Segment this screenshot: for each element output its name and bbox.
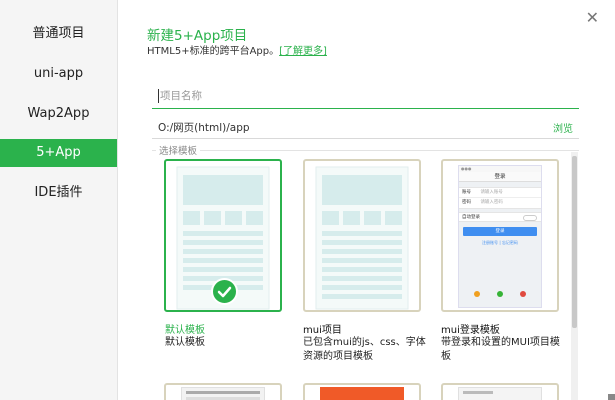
register-link: 注册账号 xyxy=(482,240,499,245)
learn-more-link[interactable]: [了解更多] xyxy=(279,46,327,57)
checkmark-icon xyxy=(217,286,232,298)
template-scrollbar-thumb[interactable] xyxy=(572,156,577,328)
login-preview-links: 注册账号 | 忘记密码 xyxy=(482,240,518,245)
template-card-mui[interactable] xyxy=(303,159,421,312)
project-path-field: O:/网页(html)/app 浏览 xyxy=(152,113,579,139)
resize-handle[interactable] xyxy=(608,394,615,400)
template-card-default[interactable] xyxy=(164,159,282,312)
dialog-title: 新建5+App项目 xyxy=(147,28,248,44)
subtitle-text: HTML5+标准的跨平台App。 xyxy=(147,46,280,57)
project-path-value[interactable]: O:/网页(html)/app xyxy=(158,120,250,135)
wechat-icon xyxy=(497,291,503,297)
forgot-link: 忘记密码 xyxy=(501,240,518,245)
row2-preview-1 xyxy=(181,387,265,400)
dialog-subtitle: HTML5+标准的跨平台App。[了解更多] xyxy=(147,42,327,57)
password-row: 密码 请输入密码 xyxy=(459,198,541,208)
password-placeholder: 请输入密码 xyxy=(480,200,503,205)
template-desc-default: 默认模板 xyxy=(165,337,205,348)
template-card-mui-login[interactable]: ●●● 登录 账号 请输入账号 密码 请输入密码 自动登录 登录 注册账号 | … xyxy=(441,159,559,312)
preview-line xyxy=(186,391,260,394)
preview-line xyxy=(463,391,493,394)
browse-button[interactable]: 浏览 xyxy=(553,120,573,135)
sidebar-item-normal-project[interactable]: 普通项目 xyxy=(0,20,117,48)
sidebar-item-uni-app[interactable]: uni-app xyxy=(0,60,117,88)
account-placeholder: 请输入账号 xyxy=(480,190,503,195)
password-label: 密码 xyxy=(462,200,471,205)
login-phone-preview: ●●● 登录 账号 请输入账号 密码 请输入密码 自动登录 登录 注册账号 | … xyxy=(458,165,542,308)
autologin-row: 自动登录 xyxy=(459,212,541,222)
template-card-row2-2[interactable] xyxy=(303,383,421,400)
sidebar-item-ide-plugin[interactable]: IDE插件 xyxy=(0,179,117,207)
project-type-sidebar: 普通项目 uni-app Wap2App 5+App IDE插件 xyxy=(0,0,118,400)
login-preview-button: 登录 xyxy=(463,227,537,236)
login-preview-form: 账号 请输入账号 密码 请输入密码 xyxy=(459,187,541,209)
account-label: 账号 xyxy=(462,190,471,195)
mui-template-preview xyxy=(315,166,409,310)
template-desc-mui-login: 带登录和设置的MUI项目模板 xyxy=(441,337,560,362)
template-title-mui-login: mui登录模板 xyxy=(441,325,500,336)
template-title-mui: mui项目 xyxy=(303,325,342,336)
row2-preview-3 xyxy=(458,387,542,400)
weibo-icon xyxy=(520,291,527,297)
qq-icon xyxy=(473,291,480,297)
close-icon[interactable]: ✕ xyxy=(586,10,599,26)
new-project-dialog: 普通项目 uni-app Wap2App 5+App IDE插件 ✕ 新建5+A… xyxy=(0,0,615,400)
project-name-field xyxy=(152,83,579,109)
autologin-label: 自动登录 xyxy=(462,215,480,220)
autologin-toggle xyxy=(523,215,537,221)
social-login-icons xyxy=(459,282,541,301)
template-title-default: 默认模板 xyxy=(165,325,205,336)
login-preview-header: 登录 xyxy=(459,172,541,182)
row2-preview-2 xyxy=(320,387,404,400)
sidebar-item-wap2app[interactable]: Wap2App xyxy=(0,100,117,128)
template-card-row2-1[interactable] xyxy=(164,383,282,400)
account-row: 账号 请输入账号 xyxy=(459,188,541,198)
template-section-legend: 选择模板 xyxy=(156,143,201,157)
project-name-input[interactable] xyxy=(160,87,560,105)
sidebar-item-5plus-app[interactable]: 5+App xyxy=(0,139,117,167)
template-desc-mui: 已包含mui的js、css、字体资源的项目模板 xyxy=(303,337,426,362)
selected-check-icon xyxy=(211,278,238,305)
template-card-row2-3[interactable] xyxy=(441,383,559,400)
text-caret xyxy=(158,89,159,103)
